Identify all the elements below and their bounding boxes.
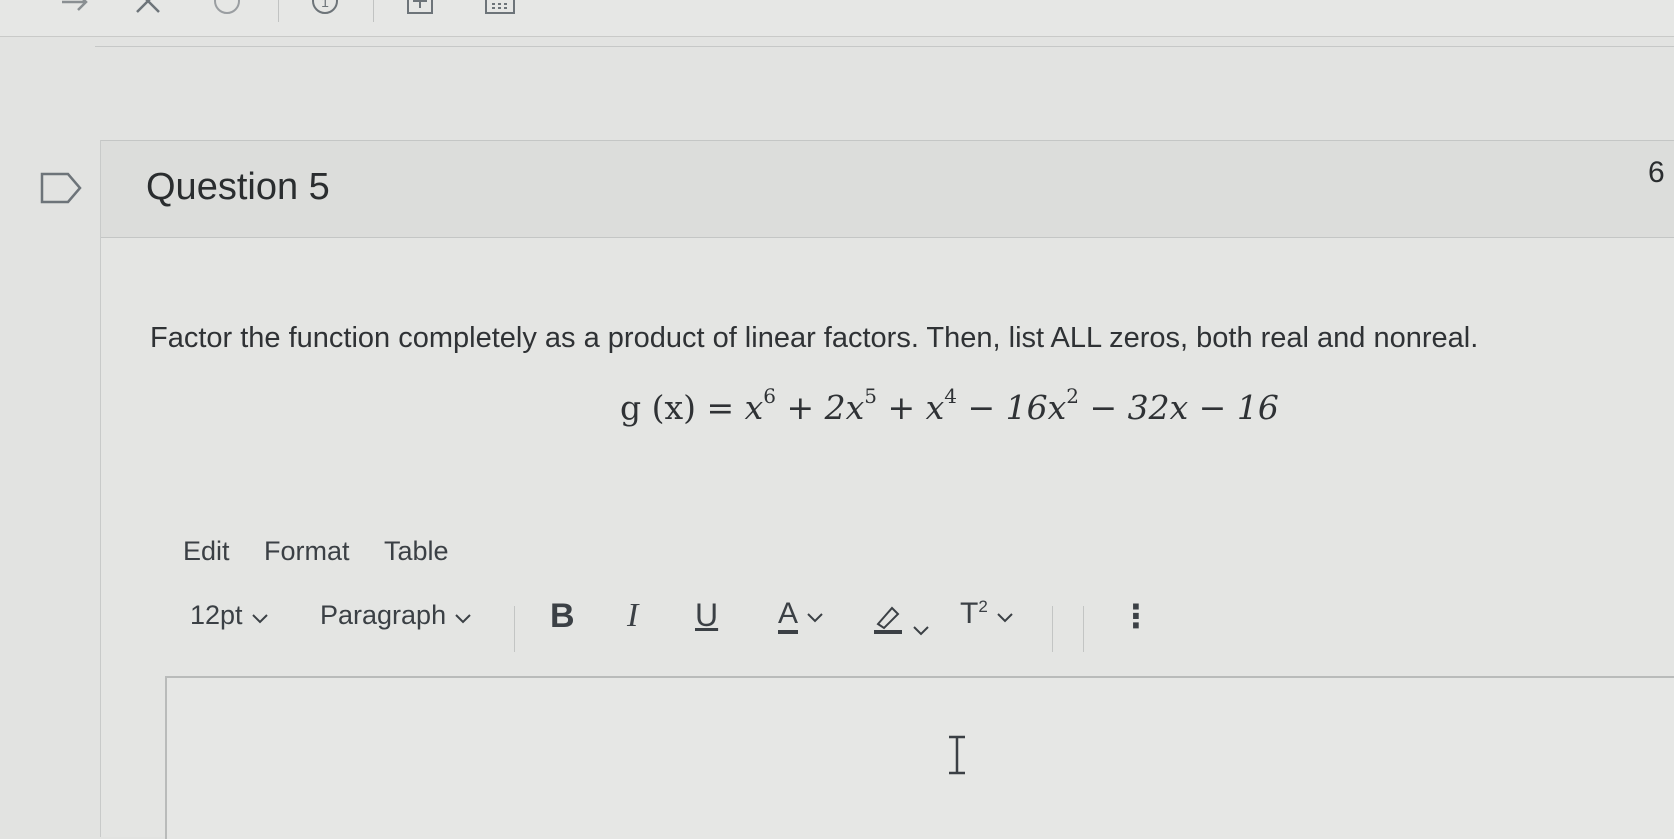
highlight-button[interactable] bbox=[872, 602, 930, 644]
calendar-icon[interactable] bbox=[484, 0, 516, 21]
equation-term: − 16x2 bbox=[967, 384, 1079, 427]
chevron-down-icon bbox=[996, 598, 1014, 632]
chevron-down-icon bbox=[251, 601, 269, 632]
block-format-value: Paragraph bbox=[320, 600, 447, 630]
bold-button[interactable]: B bbox=[550, 597, 575, 636]
question-points: 6 bbox=[1648, 156, 1665, 189]
flag-question-icon[interactable] bbox=[40, 172, 82, 209]
text-cursor-icon bbox=[945, 735, 969, 780]
menu-edit[interactable]: Edit bbox=[183, 536, 230, 567]
equation-term: x6 bbox=[744, 384, 776, 427]
superscript-mark: 2 bbox=[978, 597, 988, 616]
highlighter-icon bbox=[872, 606, 904, 642]
question-title: Question 5 bbox=[146, 166, 330, 208]
top-toolbar: 1 bbox=[0, 0, 1674, 37]
chevron-down-icon bbox=[912, 613, 930, 644]
info-icon-label: 1 bbox=[321, 0, 329, 10]
block-format-select[interactable]: Paragraph bbox=[320, 600, 472, 632]
superscript-button[interactable]: T2 bbox=[960, 597, 1014, 632]
equation: g (x) = x6 + 2x5 + x4 − 16x2 − 32x − 16 bbox=[620, 384, 1279, 427]
italic-button[interactable]: I bbox=[627, 597, 638, 635]
answer-editor[interactable] bbox=[165, 676, 1674, 839]
font-size-value: 12pt bbox=[190, 600, 243, 630]
equation-term: − 32x − 16 bbox=[1089, 388, 1279, 427]
redo-icon[interactable] bbox=[60, 0, 90, 21]
divider bbox=[95, 46, 1674, 47]
chevron-down-icon bbox=[454, 601, 472, 632]
equation-term: + 2x5 bbox=[786, 384, 877, 427]
question-header bbox=[101, 140, 1674, 238]
question-prompt: Factor the function completely as a prod… bbox=[150, 322, 1479, 354]
info-icon[interactable]: 1 bbox=[310, 0, 340, 21]
text-color-button[interactable]: A bbox=[778, 597, 824, 634]
menu-format[interactable]: Format bbox=[264, 536, 350, 567]
menu-table[interactable]: Table bbox=[384, 536, 449, 567]
underline-button[interactable]: U bbox=[695, 597, 718, 634]
superscript-label: T bbox=[960, 597, 979, 630]
equation-lhs: g (x) = bbox=[620, 388, 735, 427]
close-icon[interactable] bbox=[133, 0, 163, 21]
add-box-icon[interactable] bbox=[405, 0, 435, 21]
font-size-select[interactable]: 12pt bbox=[190, 600, 269, 632]
circle-icon[interactable] bbox=[212, 0, 242, 21]
more-options-button[interactable]: ⋮ bbox=[1120, 597, 1152, 635]
chevron-down-icon bbox=[806, 598, 824, 632]
equation-term: + x4 bbox=[887, 384, 957, 427]
text-color-label: A bbox=[778, 597, 799, 634]
